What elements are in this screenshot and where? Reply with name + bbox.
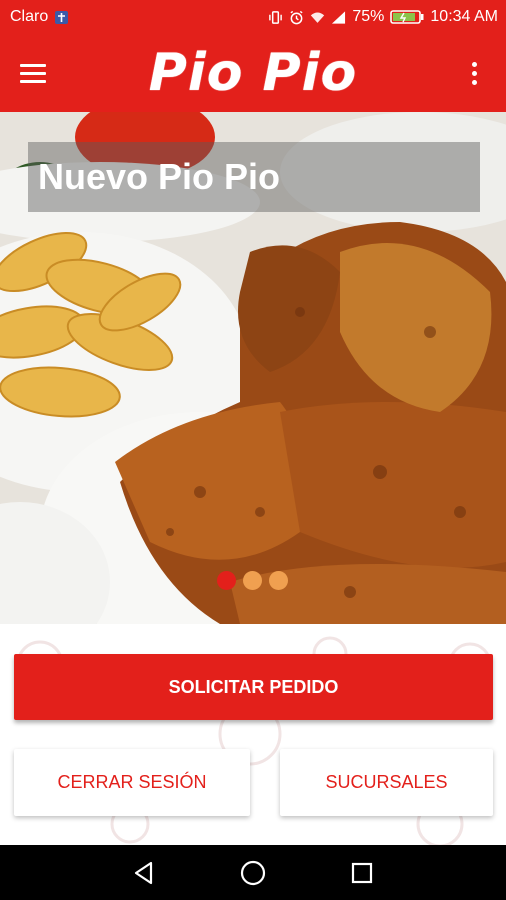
carousel-dot-3[interactable] — [269, 571, 288, 590]
wifi-icon — [311, 12, 325, 23]
order-button[interactable]: SOLICITAR PEDIDO — [14, 654, 493, 720]
status-right: 75% 10:34 AM — [268, 8, 498, 26]
more-vert-icon[interactable] — [464, 58, 484, 88]
slide-caption: Nuevo Pio Pio — [28, 142, 480, 212]
system-nav-bar — [0, 845, 506, 900]
vibrate-icon — [269, 10, 283, 24]
home-icon[interactable] — [233, 853, 273, 893]
menu-icon[interactable] — [20, 58, 60, 88]
app-bar: Pio Pio — [0, 34, 506, 112]
branches-button[interactable]: SUCURSALES — [280, 749, 493, 816]
promo-carousel[interactable]: Nuevo Pio Pio — [0, 112, 506, 624]
clock: 10:34 AM — [430, 8, 498, 25]
battery-icon — [390, 10, 424, 24]
signal-icon — [332, 10, 346, 24]
status-left: Claro — [10, 8, 69, 26]
carousel-dot-1[interactable] — [217, 571, 236, 590]
carousel-dot-2[interactable] — [243, 571, 262, 590]
back-icon[interactable] — [124, 853, 164, 893]
notification-icon — [55, 10, 69, 24]
actions-panel: SOLICITAR PEDIDO CERRAR SESIÓN SUCURSALE… — [0, 624, 506, 845]
battery-percent: 75% — [352, 8, 385, 25]
logout-button[interactable]: CERRAR SESIÓN — [14, 749, 250, 816]
recents-icon[interactable] — [342, 853, 382, 893]
carrier-label: Claro — [10, 8, 49, 25]
app-logo: Pio Pio — [148, 43, 358, 103]
carousel-indicator — [217, 571, 288, 590]
status-bar: Claro 75% 10:34 AM — [0, 0, 506, 34]
alarm-icon — [290, 10, 303, 24]
